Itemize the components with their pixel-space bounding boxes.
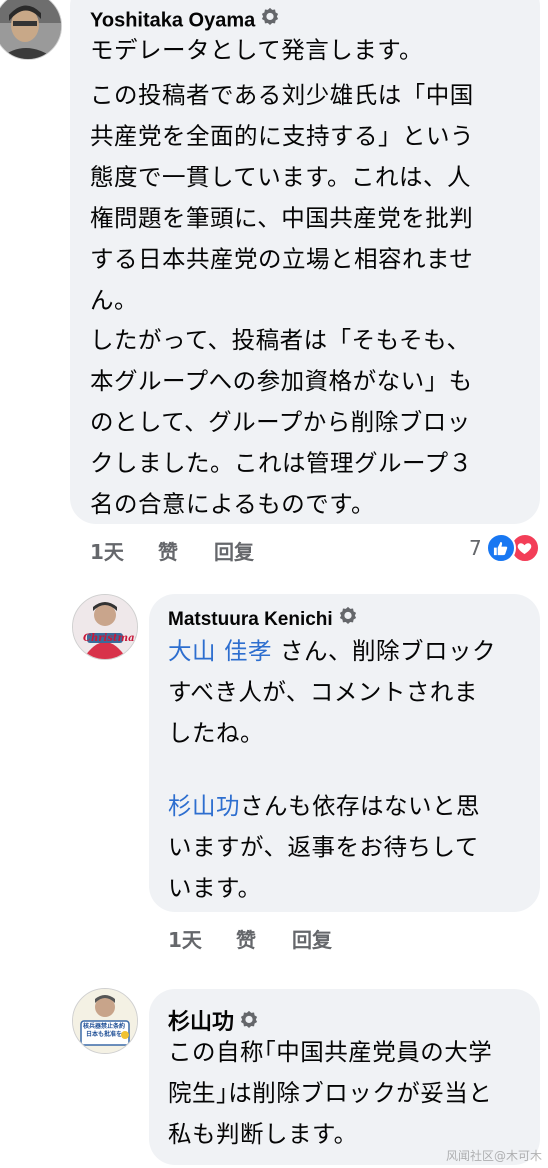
like-reaction-icon: [485, 533, 516, 563]
moderator-badge-icon: [240, 1008, 258, 1034]
comment-line: 院生｣は削除ブロックが妥当と: [168, 1079, 493, 1107]
comment-actions: 1天 赞 回复: [90, 536, 390, 565]
avatar-photo: [73, 989, 137, 1053]
reply-button[interactable]: 回复: [214, 536, 254, 565]
avatar-photo: [73, 595, 137, 659]
avatar-caption: Christmas: [83, 633, 138, 644]
author-name[interactable]: Yoshitaka Oyama: [90, 9, 255, 31]
comment-thread: Yoshitaka Oyama モデレータとして発言します。 この投稿者である刘…: [0, 0, 548, 1168]
avatar[interactable]: [0, 0, 62, 60]
comment-line: モデレータとして発言します。: [90, 36, 423, 64]
author-name[interactable]: Matstuura Kenichi: [168, 609, 333, 630]
comment-line: したね。: [168, 719, 264, 747]
reply-button[interactable]: 回复: [292, 924, 332, 953]
like-button[interactable]: 赞: [236, 924, 256, 953]
comment-line: 杉山功さんも依存はないと思: [168, 786, 480, 827]
comment-line: 態度で一貫しています。これは、人: [90, 163, 471, 191]
avatar-photo: [0, 0, 61, 59]
comment-line: います。: [168, 874, 262, 902]
comment-line: 大山 佳孝 さん、削除ブロック: [168, 631, 496, 672]
timestamp[interactable]: 1天: [168, 924, 202, 953]
avatar-caption: 核兵器禁止条約 日本も批准を: [83, 1023, 126, 1038]
comment-line: したがって、投稿者は「そもそも、: [90, 326, 471, 354]
comment-line: いますが、返事をお待ちして: [168, 833, 479, 861]
comment-text: さんも依存はないと思: [240, 792, 480, 820]
comment-line: する日本共産党の立場と相容れませ: [90, 245, 474, 273]
comment-text: さん、削除ブロック: [271, 637, 496, 665]
comment-line: この投稿者である刘少雄氏は「中国: [90, 81, 474, 109]
comment-actions: 1天 赞 回复: [168, 924, 468, 953]
comment-author[interactable]: Matstuura Kenichi: [168, 606, 357, 632]
reaction-summary[interactable]: 7: [469, 533, 540, 563]
comment-line: この自称｢中国共産党員の大学: [168, 1038, 493, 1066]
comment-line: のとして、グループから削除ブロッ: [90, 408, 471, 436]
comment-line: 権問題を筆頭に、中国共産党を批判: [90, 204, 474, 232]
verified-badge-icon: [261, 7, 279, 31]
comment-line: 本グループへの参加資格がない」も: [90, 367, 473, 395]
comment-line: 名の合意によるものです。: [90, 490, 375, 518]
avatar[interactable]: Christmas: [72, 594, 138, 660]
reaction-count: 7: [469, 536, 482, 560]
mention-link[interactable]: 杉山功: [168, 792, 240, 820]
timestamp[interactable]: 1天: [90, 536, 124, 565]
like-button[interactable]: 赞: [158, 536, 178, 565]
mention-link[interactable]: 大山 佳孝: [168, 637, 272, 665]
comment-line: クしました。これは管理グループ３: [90, 449, 473, 477]
comment-line: ん。: [90, 286, 138, 314]
moderator-badge-icon: [339, 606, 357, 630]
author-name[interactable]: 杉山功: [168, 1009, 234, 1034]
comment-line: 私も判断します。: [168, 1120, 358, 1148]
avatar[interactable]: 核兵器禁止条約 日本も批准を: [72, 988, 138, 1054]
comment-line: 共産党を全面的に支持する」という: [90, 122, 474, 150]
comment-line: すべき人が、コメントされま: [168, 678, 478, 706]
watermark: 风闻社区@木可木: [445, 1149, 542, 1163]
